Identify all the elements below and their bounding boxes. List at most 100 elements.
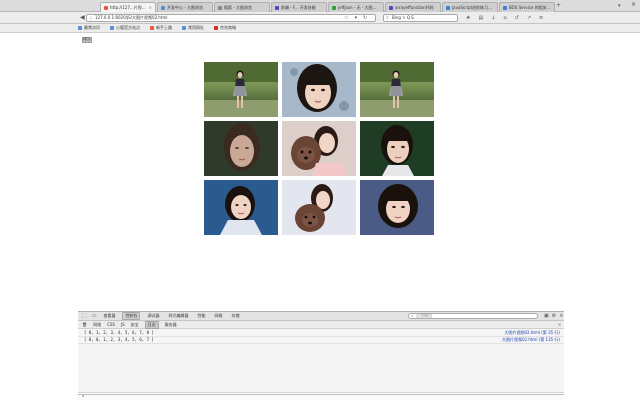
console-log-row: [ 8, 0, 1, 2, 3, 4, 5, 6, 7 ] 大图片视频02.ht… bbox=[78, 337, 564, 344]
tab-list-icon[interactable]: ▾ bbox=[618, 3, 621, 9]
console-filter-tab[interactable]: JS bbox=[121, 322, 125, 327]
bookmark-item[interactable]: 火狐官方站点 bbox=[110, 25, 140, 31]
bookmark-label: 新手上路 bbox=[156, 25, 172, 30]
bookmark-item[interactable]: 京东商城 bbox=[214, 25, 236, 31]
search-placeholder: Bing > Q.S bbox=[392, 15, 414, 20]
devtools-tab[interactable]: 性能 bbox=[195, 313, 207, 319]
search-icon: ⌕ bbox=[411, 313, 414, 318]
tab-2[interactable]: 搜索 - 大图浏览 bbox=[214, 2, 270, 12]
tab-label: BOS Service 的相关技能 bbox=[509, 4, 551, 10]
folder-icon bbox=[110, 26, 114, 30]
console-filter-bar: 🗑 网络 CSS JS 安全 日志 服务器 × bbox=[78, 320, 564, 329]
devtools-tab[interactable]: 样式编辑器 bbox=[166, 313, 190, 319]
download-icon[interactable]: ↓ bbox=[491, 15, 495, 21]
bookmark-label: 最常访问 bbox=[84, 25, 100, 30]
devtools-tab[interactable]: 调试器 bbox=[145, 313, 161, 319]
photo-2[interactable] bbox=[282, 62, 356, 117]
favicon-icon bbox=[218, 5, 222, 10]
log-text: [ 0, 1, 2, 3, 4, 5, 6, 7, 8 ] bbox=[84, 330, 154, 335]
pick-element-icon[interactable]: ⬚ bbox=[82, 313, 87, 319]
photo-9[interactable] bbox=[360, 180, 434, 235]
photo-5[interactable] bbox=[282, 121, 356, 176]
devtools-tab[interactable]: 查看器 bbox=[101, 313, 117, 319]
close-icon[interactable]: × bbox=[558, 322, 561, 327]
console-filter-tab[interactable]: 安全 bbox=[131, 322, 139, 328]
trash-icon[interactable]: 🗑 bbox=[82, 322, 87, 327]
settings-icon[interactable]: ⚙ bbox=[552, 313, 556, 319]
library-icon[interactable]: ▤ bbox=[478, 15, 483, 21]
tab-0[interactable]: http://127...片视频02.html × bbox=[100, 2, 156, 12]
photo-6[interactable] bbox=[360, 121, 434, 176]
console-log-row: [ 0, 1, 2, 3, 4, 5, 6, 7, 8 ] 大图片视频02.ht… bbox=[78, 330, 564, 337]
url-bar[interactable]: ⓘ 127.0.0.1:8020/JS/大图片视频02.html bbox=[86, 14, 376, 22]
favicon-icon bbox=[104, 5, 108, 10]
new-tab-icon[interactable]: + bbox=[556, 3, 561, 9]
console-filter-tab[interactable]: 服务器 bbox=[165, 322, 177, 328]
tab-6[interactable]: JavaScript进阶练习... bbox=[442, 2, 498, 12]
photo-8[interactable] bbox=[282, 180, 356, 235]
photo-3[interactable] bbox=[360, 62, 434, 117]
bookmark-item[interactable]: 最常访问 bbox=[78, 25, 100, 31]
photo-1[interactable] bbox=[204, 62, 278, 117]
photo-3-image bbox=[360, 62, 434, 117]
photo-7-image bbox=[204, 180, 278, 235]
console-filter-input[interactable]: ⌕ 过滤输出 bbox=[408, 313, 538, 319]
photo-8-image bbox=[282, 180, 356, 235]
bookmark-item[interactable]: 常用网址 bbox=[182, 25, 204, 31]
menu-icon[interactable]: ≡ bbox=[539, 15, 543, 21]
tab-5[interactable]: arrayeffunction代码 bbox=[385, 2, 441, 12]
devtools-tab-console[interactable]: 控制台 bbox=[122, 312, 141, 320]
photo-7[interactable] bbox=[204, 180, 278, 235]
tab-label: 开发中心 - 大图浏览 bbox=[167, 4, 203, 10]
tab-3[interactable]: 前端 - F... 开发技能 bbox=[271, 2, 327, 12]
photo-4[interactable] bbox=[204, 121, 278, 176]
side-area-left bbox=[0, 33, 78, 400]
favicon-icon bbox=[503, 5, 507, 10]
favicon-icon bbox=[389, 5, 393, 10]
photo-4-image bbox=[204, 121, 278, 176]
star-icon[interactable]: ★ bbox=[466, 15, 470, 21]
photo-1-image bbox=[204, 62, 278, 117]
tab-4[interactable]: jeffjson - 无 - 大图浏览 bbox=[328, 2, 384, 12]
tab-1[interactable]: 开发中心 - 大图浏览 bbox=[157, 2, 213, 12]
devtools-tab[interactable]: 存储 bbox=[229, 313, 241, 319]
tab-7[interactable]: BOS Service 的相关技能 bbox=[499, 2, 555, 12]
close-icon[interactable]: × bbox=[149, 5, 152, 10]
back-icon[interactable]: ◀ bbox=[80, 14, 85, 22]
bookmark-star-icon[interactable]: ☆ bbox=[344, 15, 348, 21]
tab-label: 前端 - F... 开发技能 bbox=[281, 4, 316, 10]
devtools-tab[interactable]: 网络 bbox=[212, 313, 224, 319]
sync-icon[interactable]: ↺ bbox=[515, 15, 519, 21]
tab-label: arrayeffunction代码 bbox=[395, 4, 434, 10]
responsive-icon[interactable]: ▭ bbox=[92, 313, 97, 319]
bookmark-label: 火狐官方站点 bbox=[116, 25, 140, 30]
console-filter-tab[interactable]: CSS bbox=[107, 322, 115, 327]
bookmark-item[interactable]: 新手上路 bbox=[150, 25, 172, 31]
firefox-icon bbox=[150, 26, 154, 30]
console-filter-tab-logs[interactable]: 日志 bbox=[144, 320, 159, 329]
close-icon[interactable]: × bbox=[559, 313, 563, 319]
search-input[interactable]: ⌕ Bing > Q.S bbox=[383, 14, 458, 22]
photo-6-image bbox=[360, 121, 434, 176]
window-close-icon[interactable]: × bbox=[631, 1, 636, 8]
jd-icon bbox=[214, 26, 218, 30]
reload-icon[interactable]: ↻ bbox=[363, 15, 367, 21]
log-source-link[interactable]: 大图片视频02.html (第 35 行) bbox=[505, 330, 561, 336]
bookmarks-bar: 最常访问 火狐官方站点 新手上路 常用网址 京东商城 bbox=[0, 24, 640, 33]
console-filter-tab[interactable]: 网络 bbox=[93, 322, 101, 328]
photo-5-image bbox=[282, 121, 356, 176]
play-button[interactable]: 播放 bbox=[82, 37, 92, 43]
divider bbox=[78, 394, 564, 395]
favicon-icon bbox=[332, 5, 336, 10]
share-icon[interactable]: ↗ bbox=[527, 15, 531, 21]
favicon-icon bbox=[161, 5, 165, 10]
bookmark-label: 京东商城 bbox=[220, 25, 236, 30]
url-text: 127.0.0.1:8020/JS/大图片视频02.html bbox=[95, 15, 168, 20]
photo-9-image bbox=[360, 180, 434, 235]
home-icon[interactable]: ⌂ bbox=[503, 15, 506, 21]
site-info-icon[interactable]: ⓘ bbox=[89, 16, 93, 21]
dropdown-icon[interactable]: ▾ bbox=[354, 15, 357, 21]
tab-label: http://127...片视频02.html bbox=[110, 4, 147, 10]
log-source-link[interactable]: 大图片视频02.html (第 135 行) bbox=[502, 337, 560, 343]
dock-icon[interactable]: ▣ bbox=[544, 313, 549, 319]
